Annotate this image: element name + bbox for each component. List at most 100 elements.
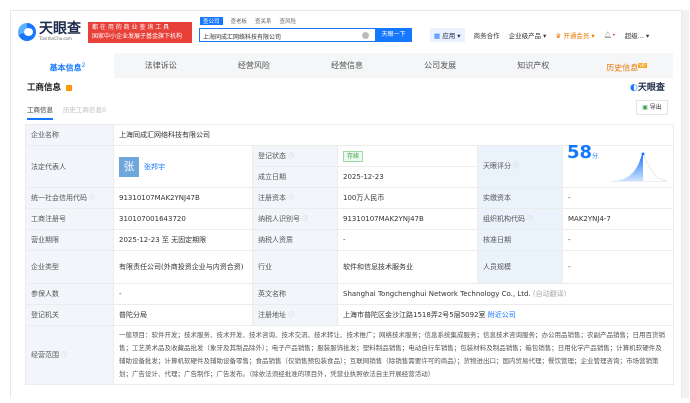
label: 注册地址 ⓘ (252, 304, 338, 326)
user-label: 超级... (624, 32, 644, 40)
ad-banner[interactable]: 都 在 用 的 商 业 查 询 工 具国家中小企业发展子基金旗下机构 (88, 22, 192, 43)
excel-icon: ▣ (642, 104, 650, 111)
help-icon[interactable]: ⓘ (288, 153, 294, 160)
label: 人员规模 (477, 250, 563, 284)
reg-authority: 普陀分局 (113, 304, 253, 326)
status: 存续 (337, 145, 478, 167)
reg-number: 310107001643720 (113, 208, 253, 230)
label: 企业名称 (25, 124, 114, 146)
tab-label: 历史信息 (606, 63, 639, 73)
ad-line2: 国家中小企业发展子基金旗下机构 (92, 33, 183, 40)
search-tab-company[interactable]: 查公司 (200, 17, 223, 25)
score-value: 58 (567, 142, 593, 163)
vip-badge: VIP (638, 63, 647, 68)
industry: 软件和信息技术服务业 (337, 250, 478, 284)
english-name: Shanghai Tongchenghui Network Technology… (336, 283, 675, 305)
tag-icon (66, 84, 73, 91)
business-scope: 一般项目：软件开发；技术服务、技术开发、技术咨询、技术交流、技术转让、技术推广；… (112, 325, 675, 385)
watermark-logo: ◐天眼查 (630, 83, 665, 93)
top-nav: ▦ 应用 ▾ 商务合作 企业级产品 ▾ ♛ 开通会员 ▾ 🔔︎• 超级... ▾ (430, 28, 649, 42)
label-text: 登记状态 (258, 151, 286, 160)
nearby-companies-link[interactable]: 附近公司 (488, 311, 516, 319)
export-button[interactable]: ▣ 导出 (636, 100, 668, 115)
watermark-text: 天眼查 (637, 83, 665, 93)
search-tab-boss[interactable]: 查老板 (231, 17, 248, 25)
search-button[interactable]: 天眼一下 (375, 28, 412, 42)
search-tab-risk[interactable]: 查风险 (280, 17, 297, 25)
user-menu[interactable]: 超级... ▾ (625, 30, 650, 40)
label: 登记状态 ⓘ (252, 145, 338, 167)
business-term: 2025-12-23 至 无固定期限 (113, 229, 253, 251)
search-input[interactable]: 上海同成汇网络科技有限公司 (199, 28, 376, 42)
tab-count: 2 (81, 62, 86, 69)
business-coop-link[interactable]: 商务合作 (474, 30, 500, 40)
clear-icon[interactable] (362, 32, 369, 39)
company-type: 有限责任公司(外商投资企业与内资合资) (113, 250, 253, 284)
label: 实缴资本 (477, 187, 563, 209)
tab-operation[interactable]: 经营信息 (300, 53, 393, 78)
export-label: 导出 (649, 104, 662, 111)
label-text: 经营范围 (31, 350, 59, 359)
score-unit: 分 (592, 153, 599, 160)
paid-capital: - (561, 187, 675, 209)
insured-count: - (113, 283, 253, 305)
tab-development[interactable]: 公司发展 (394, 53, 487, 78)
label: 登记机关 (25, 304, 114, 326)
label: 企业类型 (25, 250, 114, 284)
score-curve-chart (611, 152, 668, 182)
app-menu[interactable]: ▦ 应用 ▾ (430, 28, 465, 42)
help-icon[interactable]: ⓘ (61, 352, 67, 359)
logo-icon (18, 22, 36, 41)
bell-icon[interactable]: 🔔︎• (604, 31, 616, 39)
enterprise-menu[interactable]: 企业级产品 ▾ (509, 30, 547, 40)
section-title: 工商信息 (27, 81, 73, 93)
tab-ip[interactable]: 知识产权 (487, 53, 580, 78)
reg-address: 上海市普陀区金沙江路1518弄2号5层5092室 附近公司 (336, 304, 675, 326)
section-title-text: 工商信息 (27, 83, 62, 93)
scrollbar[interactable] (682, 10, 689, 398)
business-info-table: 企业名称 上海同成汇网络科技有限公司 法定代表人 张张邦宇 登记状态 ⓘ 存续 天… (25, 124, 675, 385)
credit-code: 91310107MAK2YNJ47B (113, 187, 253, 209)
label: 行业 (252, 250, 338, 284)
sub-tabs: 工商信息 历史工商信息0 (27, 104, 106, 120)
enterprise-label: 企业级产品 (508, 32, 542, 40)
label-text: 注册资本 (258, 193, 286, 202)
help-icon[interactable]: ⓘ (89, 195, 95, 202)
address-text: 上海市普陀区金沙江路1518弄2号5层5092室 (343, 311, 486, 319)
label: 经营范围 ⓘ (25, 325, 114, 385)
help-icon[interactable]: ⓘ (513, 163, 519, 170)
label-text: 统一社会信用代码 (31, 193, 87, 202)
label: 核准日期 (477, 229, 563, 251)
label: 工商注册号 (25, 208, 114, 230)
auto-translate-note: (自动翻译) (532, 290, 567, 298)
legal-rep-link[interactable]: 张邦宇 (144, 163, 165, 171)
label: 成立日期 (252, 166, 338, 188)
label-text: 注册地址 (258, 310, 286, 319)
main-tabs: 基本信息2 法律诉讼 经营风险 经营信息 公司发展 知识产权 历史信息VIP (21, 53, 673, 78)
vip-menu[interactable]: ♛ 开通会员 ▾ (555, 30, 594, 40)
legal-rep[interactable]: 张张邦宇 (113, 145, 253, 188)
reg-capital: 100万人民币 (337, 187, 478, 209)
help-icon[interactable]: ⓘ (302, 216, 308, 223)
tab-basic-info[interactable]: 基本信息2 (21, 53, 115, 78)
search-value: 上海同成汇网络科技有限公司 (203, 34, 282, 41)
search-tab-relation[interactable]: 查关系 (255, 17, 272, 25)
help-icon[interactable]: ⓘ (527, 216, 533, 223)
subtab-business-info[interactable]: 工商信息 (27, 104, 53, 120)
avatar: 张 (119, 156, 139, 177)
label: 组织机构代码 ⓘ (477, 208, 563, 230)
tab-risk[interactable]: 经营风险 (207, 53, 300, 78)
tab-label: 基本信息 (49, 63, 82, 73)
score-cell[interactable]: 58分 (561, 144, 675, 188)
help-icon[interactable]: ⓘ (288, 195, 294, 202)
label-text: 天眼评分 (483, 162, 511, 170)
subtab-history-info[interactable]: 历史工商信息0 (63, 104, 106, 120)
label: 纳税人资质 (252, 229, 338, 251)
tab-legal[interactable]: 法律诉讼 (114, 53, 207, 78)
logo[interactable]: 天眼查 TianYanCha.com (18, 22, 81, 41)
tab-history[interactable]: 历史信息VIP (580, 53, 673, 78)
grid-icon: ▦ (434, 32, 443, 40)
org-code: MAK2YNJ4-7 (561, 208, 675, 230)
label: 统一社会信用代码 ⓘ (25, 187, 114, 209)
help-icon[interactable]: ⓘ (288, 312, 294, 319)
